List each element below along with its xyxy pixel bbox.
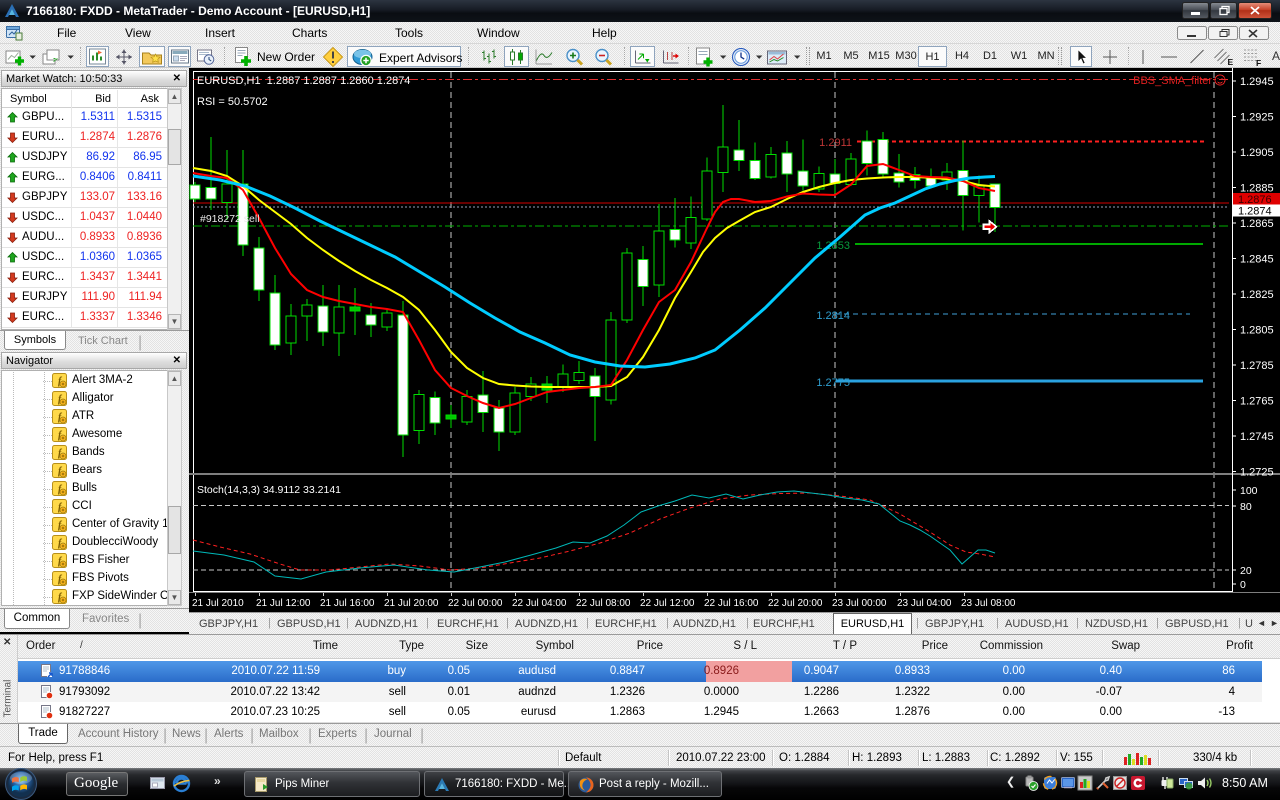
svg-text:1.2745: 1.2745: [1240, 431, 1274, 443]
svg-text:80: 80: [1240, 501, 1252, 513]
svg-text:E: E: [1227, 57, 1233, 67]
svg-text:22 Jul 20:00: 22 Jul 20:00: [768, 598, 823, 609]
svg-text:1.2865: 1.2865: [1240, 218, 1274, 230]
svg-text:BBS_SMA_filter: BBS_SMA_filter: [1133, 75, 1212, 87]
svg-text:22 Jul 00:00: 22 Jul 00:00: [448, 598, 503, 609]
svg-text:1.2874: 1.2874: [1238, 206, 1272, 218]
svg-text:21 Jul 16:00: 21 Jul 16:00: [320, 598, 375, 609]
svg-text:F: F: [1256, 58, 1261, 67]
svg-text:1.2911: 1.2911: [819, 137, 852, 149]
svg-text:20: 20: [1240, 565, 1252, 577]
svg-text:22 Jul 12:00: 22 Jul 12:00: [640, 598, 695, 609]
svg-text:23 Jul 08:00: 23 Jul 08:00: [961, 598, 1016, 609]
svg-text:1.2775: 1.2775: [816, 377, 850, 389]
svg-text:1.2845: 1.2845: [1240, 254, 1274, 266]
svg-text:1.2825: 1.2825: [1240, 289, 1274, 301]
svg-text:1.2905: 1.2905: [1240, 147, 1274, 159]
svg-text:22 Jul 16:00: 22 Jul 16:00: [704, 598, 759, 609]
svg-text:1.2785: 1.2785: [1240, 360, 1274, 372]
svg-text:23 Jul 00:00: 23 Jul 00:00: [832, 598, 887, 609]
svg-text:1.2885: 1.2885: [1240, 183, 1274, 195]
svg-text:Stoch(14,3,3) 34.9112 33.2141: Stoch(14,3,3) 34.9112 33.2141: [197, 484, 341, 496]
svg-text:0: 0: [1240, 579, 1246, 591]
svg-text:22 Jul 04:00: 22 Jul 04:00: [512, 598, 567, 609]
svg-text:1.2945: 1.2945: [1240, 76, 1274, 88]
svg-text:RSI = 50.5702: RSI = 50.5702: [197, 96, 268, 108]
svg-text:22 Jul 08:00: 22 Jul 08:00: [576, 598, 631, 609]
svg-text:100: 100: [1240, 485, 1258, 497]
svg-text:1.2925: 1.2925: [1240, 112, 1274, 124]
svg-text:21 Jul 20:00: 21 Jul 20:00: [384, 598, 439, 609]
svg-text:1.2814: 1.2814: [816, 310, 850, 322]
svg-text:1.2876: 1.2876: [1238, 194, 1272, 206]
svg-text:1.2765: 1.2765: [1240, 396, 1274, 408]
svg-text:21 Jul 12:00: 21 Jul 12:00: [256, 598, 311, 609]
svg-text:21 Jul 2010: 21 Jul 2010: [192, 598, 244, 609]
svg-text:23 Jul 04:00: 23 Jul 04:00: [897, 598, 952, 609]
svg-text:1.2805: 1.2805: [1240, 325, 1274, 337]
svg-text:1.2725: 1.2725: [1240, 467, 1274, 479]
svg-text:EURUSD,H1 1.2887 1.2887 1.286: EURUSD,H1 1.2887 1.2887 1.2860 1.2874: [197, 75, 410, 87]
svg-text:#918272 sell: #918272 sell: [200, 213, 260, 225]
